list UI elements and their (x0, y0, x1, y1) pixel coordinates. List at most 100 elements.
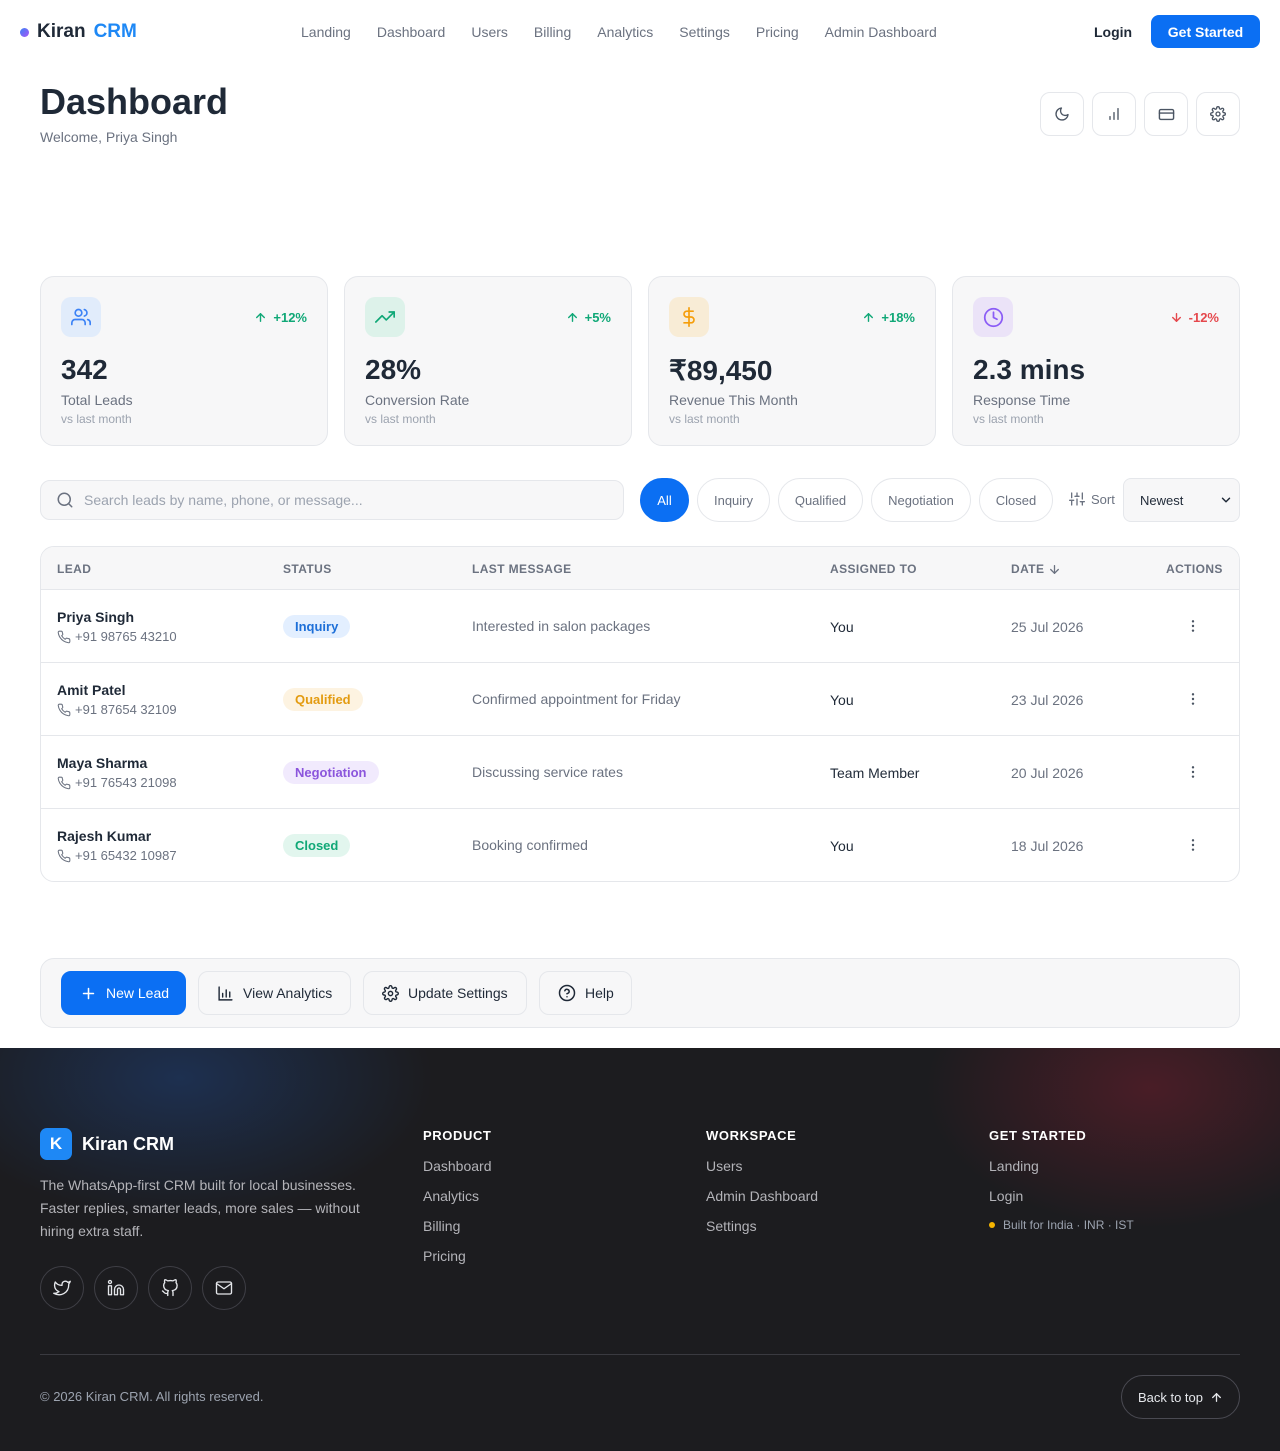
lead-name: Rajesh Kumar (57, 828, 152, 844)
github-icon (161, 1279, 178, 1297)
stat-trend-value: -12% (1188, 310, 1219, 325)
row-actions-button[interactable] (1183, 835, 1203, 855)
filter-pill-qualified[interactable]: Qualified (778, 478, 863, 522)
twitter-link[interactable] (40, 1266, 84, 1310)
footer-link-analytics[interactable]: Analytics (423, 1188, 492, 1205)
footer-link-billing[interactable]: Billing (423, 1218, 492, 1235)
footer-link-dashboard[interactable]: Dashboard (423, 1158, 492, 1175)
table-row[interactable]: Amit Patel +91 87654 32109 Qualified Con… (41, 663, 1239, 736)
assigned-to: You (830, 619, 854, 635)
lead-phone: +91 87654 32109 (57, 702, 177, 717)
table-row[interactable]: Maya Sharma +91 76543 21098 Negotiation … (41, 736, 1239, 809)
nav-link-admin-dashboard[interactable]: Admin Dashboard (825, 24, 937, 40)
nav-link-users[interactable]: Users (471, 24, 508, 40)
more-vertical-icon (1191, 620, 1195, 632)
search-input[interactable] (84, 492, 604, 508)
nav-link-billing[interactable]: Billing (534, 24, 571, 40)
linkedin-icon (107, 1279, 125, 1296)
new-lead-button[interactable]: New Lead (61, 971, 186, 1015)
brand-logo[interactable]: Kiran CRM (20, 20, 137, 44)
footer-link-settings[interactable]: Settings (706, 1218, 818, 1235)
dollar-icon (683, 307, 695, 327)
users-icon (71, 308, 91, 326)
footer-heading: GET STARTED (989, 1128, 1087, 1143)
stat-icon-wrap (669, 297, 709, 337)
stat-card-total-leads: +12% 342 Total Leads vs last month (40, 276, 328, 446)
status-dot-icon (989, 1222, 995, 1228)
help-label: Help (585, 985, 614, 1001)
help-button[interactable]: Help (539, 971, 632, 1015)
gear-icon (1210, 106, 1226, 122)
nav-link-settings[interactable]: Settings (679, 24, 730, 40)
lead-phone: +91 65432 10987 (57, 848, 177, 863)
footer-link-users[interactable]: Users (706, 1158, 818, 1175)
footer-tagline: The WhatsApp-first CRM built for local b… (40, 1177, 360, 1239)
clock-icon (983, 307, 1003, 327)
last-message: Interested in salon packages (472, 618, 651, 634)
row-actions-button[interactable] (1183, 689, 1203, 709)
stat-label: Total Leads (61, 392, 133, 408)
sort-select[interactable]: Newest (1123, 478, 1240, 522)
arrow-up-icon (567, 313, 577, 322)
update-settings-button[interactable]: Update Settings (363, 971, 527, 1015)
column-header-status: STATUS (283, 562, 332, 576)
copyright: © 2026 Kiran CRM. All rights reserved. (40, 1389, 264, 1404)
moon-icon (1055, 107, 1069, 121)
stat-trend: +18% (862, 310, 915, 325)
row-actions-button[interactable] (1183, 616, 1203, 636)
stat-trend-value: +12% (273, 310, 307, 325)
table-header: LEAD STATUS LAST MESSAGE ASSIGNED TO DAT… (41, 547, 1239, 590)
footer-link-pricing[interactable]: Pricing (423, 1248, 492, 1265)
last-message: Discussing service rates (472, 764, 623, 780)
stat-label: Revenue This Month (669, 392, 798, 408)
lead-name: Priya Singh (57, 609, 135, 625)
footer-logo[interactable]: K (40, 1128, 72, 1160)
last-message: Booking confirmed (472, 837, 588, 853)
footer-heading: PRODUCT (423, 1128, 492, 1143)
column-header-date-label: DATE (1011, 562, 1045, 576)
nav-link-landing[interactable]: Landing (301, 24, 351, 40)
billing-button[interactable] (1144, 92, 1188, 136)
theme-toggle-button[interactable] (1040, 92, 1084, 136)
settings-button[interactable] (1196, 92, 1240, 136)
search-icon (57, 492, 73, 508)
twitter-icon (53, 1280, 71, 1296)
nav-link-pricing[interactable]: Pricing (756, 24, 799, 40)
filter-pill-negotiation[interactable]: Negotiation (871, 478, 971, 522)
back-to-top-button[interactable]: Back to top (1121, 1375, 1240, 1419)
phone-icon (57, 849, 71, 862)
stat-trend: +5% (566, 310, 611, 325)
github-link[interactable] (148, 1266, 192, 1310)
row-actions-button[interactable] (1183, 762, 1203, 782)
nav-link-dashboard[interactable]: Dashboard (377, 24, 446, 40)
footer-link-landing[interactable]: Landing (989, 1158, 1134, 1175)
analytics-button[interactable] (1092, 92, 1136, 136)
stat-icon-wrap (61, 297, 101, 337)
view-analytics-button[interactable]: View Analytics (198, 971, 351, 1015)
table-row[interactable]: Rajesh Kumar +91 65432 10987 Closed Book… (41, 809, 1239, 881)
last-message: Confirmed appointment for Friday (472, 691, 681, 707)
lead-phone: +91 76543 21098 (57, 775, 177, 790)
column-header-date[interactable]: DATE (1011, 562, 1061, 576)
welcome-text: Welcome, Priya Singh (40, 129, 178, 145)
stat-label: Conversion Rate (365, 392, 470, 408)
stat-icon-wrap (973, 297, 1013, 337)
filter-pill-inquiry[interactable]: Inquiry (697, 478, 770, 522)
stat-subtext: vs last month (973, 412, 1044, 426)
footer-link-admin-dashboard[interactable]: Admin Dashboard (706, 1188, 818, 1205)
arrow-up-icon (1212, 1392, 1221, 1402)
stat-subtext: vs last month (365, 412, 436, 426)
arrow-up-icon (256, 313, 266, 322)
arrow-down-icon (1171, 313, 1181, 322)
linkedin-link[interactable] (94, 1266, 138, 1310)
sort-label: Sort (1069, 491, 1115, 507)
filter-pill-closed[interactable]: Closed (979, 478, 1053, 522)
nav-link-analytics[interactable]: Analytics (597, 24, 653, 40)
email-link[interactable] (202, 1266, 246, 1310)
get-started-button[interactable]: Get Started (1151, 15, 1260, 48)
table-row[interactable]: Priya Singh +91 98765 43210 Inquiry Inte… (41, 590, 1239, 663)
stat-subtext: vs last month (61, 412, 132, 426)
footer-link-login[interactable]: Login (989, 1188, 1134, 1205)
login-link[interactable]: Login (1094, 24, 1132, 40)
filter-pill-all[interactable]: All (640, 478, 689, 522)
